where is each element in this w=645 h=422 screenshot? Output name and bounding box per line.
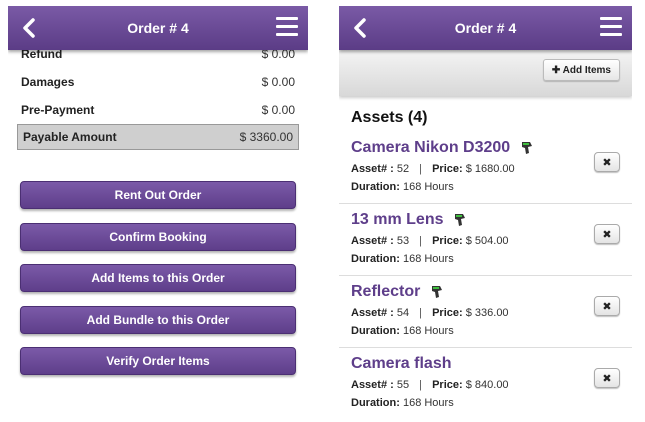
list-item: 13 mm Lens Asset# : 53 | Price: $ 504.00… xyxy=(339,204,632,276)
page-title: Order # 4 xyxy=(454,20,517,36)
hamburger-menu-icon[interactable] xyxy=(600,17,622,37)
summary-row-prepayment: Pre-Payment $ 0.00 xyxy=(8,96,308,124)
chevron-left-icon[interactable] xyxy=(18,16,42,40)
barcode-scanner-icon xyxy=(522,142,533,154)
list-item: Camera flash Asset# : 55 | Price: $ 840.… xyxy=(339,348,632,416)
asset-price: $ 336.00 xyxy=(465,307,509,319)
separator: | xyxy=(419,379,423,391)
asset-name[interactable]: Reflector xyxy=(351,283,420,301)
remove-asset-button[interactable]: ✖ xyxy=(594,368,620,388)
chevron-left-icon[interactable] xyxy=(349,16,373,40)
price-label: Price: xyxy=(432,235,463,247)
separator: | xyxy=(419,163,423,175)
duration-label: Duration: xyxy=(351,397,400,409)
right-screen: Order # 4 ✚ Add Items Assets (4) Camera … xyxy=(339,6,632,416)
list-item: Camera Nikon D3200 Asset# : 52 | Price: … xyxy=(339,132,632,204)
asset-no-label: Asset# : xyxy=(351,235,394,247)
separator: | xyxy=(419,235,423,247)
asset-no: 55 xyxy=(396,379,410,391)
add-items-to-order-button[interactable]: Add Items to this Order xyxy=(20,264,296,292)
add-items-button[interactable]: ✚ Add Items xyxy=(542,59,620,81)
asset-duration: 168 Hours xyxy=(402,253,454,265)
asset-duration: 168 Hours xyxy=(402,397,454,409)
summary-label: Pre-Payment xyxy=(21,103,95,117)
asset-meta: Asset# : 52 | Price: $ 1680.00 xyxy=(351,163,620,176)
asset-no-label: Asset# : xyxy=(351,163,394,175)
assets-heading: Assets (4) xyxy=(351,109,428,126)
asset-meta: Asset# : 54 | Price: $ 336.00 xyxy=(351,307,620,320)
remove-asset-button[interactable]: ✖ xyxy=(594,224,620,244)
asset-name-row: Camera flash xyxy=(351,353,620,375)
asset-name-row: 13 mm Lens xyxy=(351,209,620,231)
asset-name-row: Camera Nikon D3200 xyxy=(351,137,620,159)
asset-duration: 168 Hours xyxy=(402,325,454,337)
rent-out-order-button[interactable]: Rent Out Order xyxy=(20,181,296,209)
add-items-label: Add Items xyxy=(562,64,611,76)
hamburger-menu-icon[interactable] xyxy=(276,17,298,37)
list-item: Reflector Asset# : 54 | Price: $ 336.00 … xyxy=(339,276,632,348)
asset-name[interactable]: Camera flash xyxy=(351,355,452,373)
asset-price: $ 1680.00 xyxy=(465,163,515,175)
separator: | xyxy=(419,307,423,319)
asset-price: $ 840.00 xyxy=(465,379,509,391)
asset-name-row: Reflector xyxy=(351,281,620,303)
confirm-booking-button[interactable]: Confirm Booking xyxy=(20,222,296,251)
asset-list: Camera Nikon D3200 Asset# : 52 | Price: … xyxy=(339,132,632,416)
asset-name[interactable]: 13 mm Lens xyxy=(351,211,443,229)
left-screen: Refund $ 0.00 Damages $ 0.00 Pre-Payment… xyxy=(8,6,308,388)
price-label: Price: xyxy=(432,163,463,175)
price-label: Price: xyxy=(432,379,463,391)
order-summary: Refund $ 0.00 Damages $ 0.00 Pre-Payment… xyxy=(8,40,308,150)
remove-asset-button[interactable]: ✖ xyxy=(594,152,620,172)
payable-value: $ 3360.00 xyxy=(239,130,293,144)
asset-meta: Asset# : 53 | Price: $ 504.00 xyxy=(351,235,620,248)
asset-duration-row: Duration: 168 Hours xyxy=(351,325,620,337)
asset-price: $ 504.00 xyxy=(465,235,509,247)
duration-label: Duration: xyxy=(351,325,400,337)
barcode-scanner-icon xyxy=(432,286,443,298)
summary-value: $ 0.00 xyxy=(261,75,295,89)
add-bundle-to-order-button[interactable]: Add Bundle to this Order xyxy=(20,305,296,334)
verify-order-items-button[interactable]: Verify Order Items xyxy=(20,347,296,375)
barcode-scanner-icon xyxy=(455,214,466,226)
asset-duration-row: Duration: 168 Hours xyxy=(351,397,620,409)
asset-name[interactable]: Camera Nikon D3200 xyxy=(351,139,510,157)
payable-amount-row: Payable Amount $ 3360.00 xyxy=(17,124,299,150)
asset-no: 52 xyxy=(396,163,410,175)
payable-label: Payable Amount xyxy=(23,130,117,144)
action-buttons: Rent Out Order Confirm Booking Add Items… xyxy=(20,181,296,388)
summary-label: Damages xyxy=(21,75,75,89)
app-header: Order # 4 xyxy=(8,6,308,50)
asset-meta: Asset# : 55 | Price: $ 840.00 xyxy=(351,379,620,392)
asset-duration: 168 Hours xyxy=(402,181,454,193)
asset-no-label: Asset# : xyxy=(351,379,394,391)
asset-no-label: Asset# : xyxy=(351,307,394,319)
asset-no: 54 xyxy=(396,307,410,319)
summary-row-damages: Damages $ 0.00 xyxy=(8,68,308,96)
asset-duration-row: Duration: 168 Hours xyxy=(351,253,620,265)
duration-label: Duration: xyxy=(351,253,400,265)
asset-duration-row: Duration: 168 Hours xyxy=(351,181,620,193)
page-title: Order # 4 xyxy=(127,20,189,36)
app-header: Order # 4 xyxy=(339,6,632,50)
remove-asset-button[interactable]: ✖ xyxy=(594,296,620,316)
duration-label: Duration: xyxy=(351,181,400,193)
assets-toolbar: ✚ Add Items xyxy=(339,50,632,96)
price-label: Price: xyxy=(432,307,463,319)
summary-value: $ 0.00 xyxy=(261,103,295,117)
plus-icon: ✚ xyxy=(551,64,563,76)
asset-no: 53 xyxy=(396,235,410,247)
